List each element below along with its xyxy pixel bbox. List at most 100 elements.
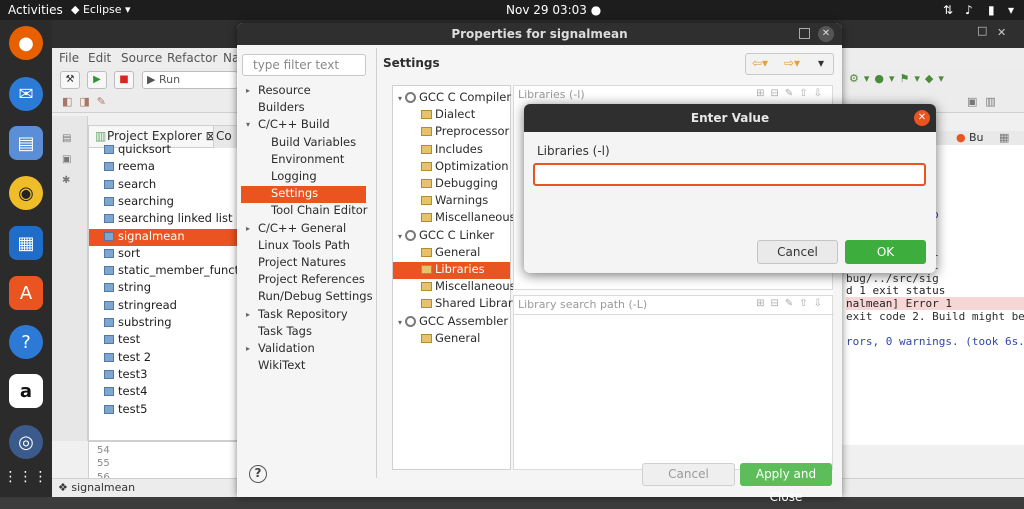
help-button[interactable]: ? (249, 465, 267, 483)
build-hammer-icon[interactable]: ⚒ (60, 71, 80, 89)
nav-item[interactable]: Task Tags (258, 324, 312, 341)
list-item[interactable]: search (104, 177, 156, 194)
list-item[interactable]: searching linked list (104, 211, 233, 228)
chromium-icon[interactable]: ◎ (9, 425, 43, 459)
thunderbird-icon[interactable]: ✉ (9, 77, 43, 111)
list-item[interactable]: sort (104, 246, 140, 263)
nav-item[interactable]: Settings (241, 186, 366, 204)
maximize-icon[interactable] (799, 28, 810, 39)
tool-option[interactable]: Warnings (421, 193, 488, 210)
run-icon[interactable]: ▶ (87, 71, 107, 89)
nav-item[interactable]: Validation (258, 341, 315, 358)
apply-and-close-button[interactable]: Apply and Close (740, 463, 832, 504)
files-icon[interactable]: ▤ (9, 126, 43, 160)
amazon-icon[interactable]: a (9, 374, 43, 408)
volume-icon[interactable]: ♪ (965, 3, 973, 17)
tool-group[interactable]: ▾ GCC Assembler (398, 314, 508, 331)
collapsed-arrow-icon[interactable]: ▸ (246, 344, 250, 353)
collapsed-arrow-icon[interactable]: ▸ (246, 224, 250, 233)
network-icon[interactable]: ⇅ (943, 3, 953, 17)
view-menu-icon[interactable]: ▾ (818, 56, 824, 70)
collapsed-arrow-icon[interactable]: ▸ (246, 310, 250, 319)
tool-option[interactable]: Preprocessor (421, 124, 509, 141)
nav-item[interactable]: Project Natures (258, 255, 346, 272)
tool-group[interactable]: ▾ GCC C Linker (398, 228, 494, 245)
tool-option[interactable]: Debugging (421, 176, 498, 193)
help-icon[interactable]: ? (9, 325, 43, 359)
list-item[interactable]: test3 (104, 367, 147, 384)
writer-icon[interactable]: ▦ (9, 226, 43, 260)
tab-console[interactable]: Co (213, 126, 239, 148)
expanded-arrow-icon[interactable]: ▾ (398, 94, 402, 103)
expanded-arrow-icon[interactable]: ▾ (398, 232, 402, 241)
app-grid-icon[interactable]: ⋮⋮⋮ (4, 460, 48, 494)
list-item[interactable]: searching (104, 194, 174, 211)
back-icon[interactable]: ⇦▾ (752, 56, 768, 70)
tool-group[interactable]: ▾ GCC C Compiler (398, 90, 511, 107)
nav-item[interactable]: Project References (258, 272, 365, 289)
close-icon[interactable]: ✕ (818, 26, 834, 42)
launch-config-select[interactable]: ▶ Run (142, 71, 238, 89)
tool-option[interactable]: Libraries (393, 262, 510, 279)
list-action-icons[interactable]: ⊞⊟✎⇧⇩ (756, 88, 828, 99)
list-item[interactable]: test 2 (104, 350, 151, 367)
nav-item[interactable]: Builders (258, 100, 305, 117)
splitter[interactable] (376, 48, 377, 478)
toolbar-icons-row[interactable]: ◧◨✎ (62, 95, 113, 108)
filter-input[interactable]: type filter text (242, 54, 366, 76)
close-icon[interactable]: ✕ (914, 110, 930, 126)
forward-icon[interactable]: ⇨▾ (784, 56, 800, 70)
view-icons[interactable]: ▤ ▣ ✱ (62, 128, 71, 191)
stop-icon[interactable]: ■ (114, 71, 134, 89)
tool-option[interactable]: Dialect (421, 107, 475, 124)
tool-option[interactable]: Includes (421, 142, 483, 159)
firefox-icon[interactable]: ● (9, 26, 43, 60)
list-item[interactable]: quicksort (104, 142, 171, 159)
list-item[interactable]: test (104, 332, 140, 349)
eclipse-close-icon[interactable]: ✕ (997, 26, 1006, 39)
list-item[interactable]: signalmean (89, 228, 239, 246)
cancel-button[interactable]: Cancel (757, 240, 838, 264)
menu-source[interactable]: Source (121, 51, 162, 65)
tool-option[interactable]: Shared Library (421, 296, 519, 313)
nav-item[interactable]: Task Repository (258, 307, 348, 324)
nav-item[interactable]: Tool Chain Editor (271, 203, 368, 220)
menu-refactor[interactable]: Refactor (167, 51, 217, 65)
eclipse-maximize-icon[interactable]: □ (977, 24, 987, 37)
nav-item[interactable]: Run/Debug Settings (258, 289, 373, 306)
nav-item[interactable]: C/C++ Build (258, 117, 330, 134)
collapsed-arrow-icon[interactable]: ▸ (246, 86, 250, 95)
battery-icon[interactable]: ▮ (988, 3, 995, 17)
list-item[interactable]: stringread (104, 298, 177, 315)
nav-item[interactable]: C/C++ General (258, 221, 346, 238)
tool-option[interactable]: Miscellaneous (421, 279, 516, 296)
run-debug-icons[interactable]: ⚙▾●▾⚑▾◆▾ (849, 72, 949, 85)
clock[interactable]: Nov 29 03:03 ● (506, 3, 601, 17)
value-input[interactable] (533, 163, 926, 186)
nav-item[interactable]: WikiText (258, 358, 305, 375)
cancel-button[interactable]: Cancel (642, 463, 735, 486)
list-item[interactable]: substring (104, 315, 172, 332)
nav-item[interactable]: Logging (271, 169, 317, 186)
list-item[interactable]: string (104, 280, 151, 297)
perspective-icons[interactable]: ▣▥ (967, 95, 1004, 108)
tool-option[interactable]: General (421, 331, 480, 348)
expanded-arrow-icon[interactable]: ▾ (246, 120, 250, 129)
list-item[interactable]: reema (104, 159, 155, 176)
nav-item[interactable]: Environment (271, 152, 344, 169)
nav-item[interactable]: Resource (258, 83, 311, 100)
rhythmbox-icon[interactable]: ◉ (9, 176, 43, 210)
software-icon[interactable]: A (9, 276, 43, 310)
menu-edit[interactable]: Edit (88, 51, 111, 65)
menu-file[interactable]: File (59, 51, 79, 65)
tool-option[interactable]: Miscellaneous (421, 210, 516, 227)
list-item[interactable]: static_member_functio (104, 263, 249, 280)
expanded-arrow-icon[interactable]: ▾ (398, 318, 402, 327)
app-menu[interactable]: ◆ Eclipse ▾ (71, 3, 131, 16)
list-item[interactable]: test4 (104, 384, 147, 401)
nav-item[interactable]: Linux Tools Path (258, 238, 350, 255)
list-item[interactable]: test5 (104, 402, 147, 419)
tool-option[interactable]: Optimization (421, 159, 509, 176)
path-action-icons[interactable]: ⊞⊟✎⇧⇩ (756, 298, 828, 309)
power-menu-icon[interactable]: ▾ (1008, 3, 1014, 17)
